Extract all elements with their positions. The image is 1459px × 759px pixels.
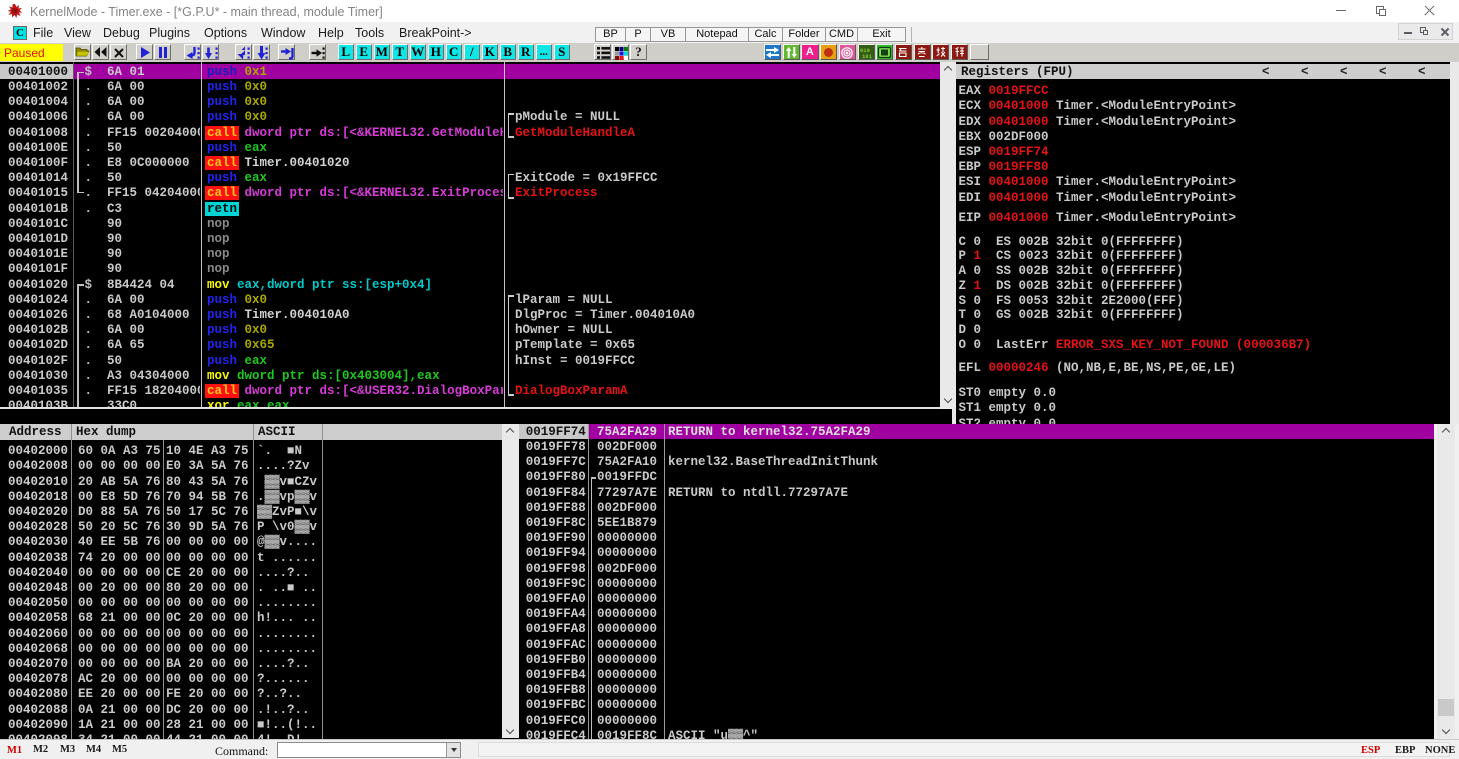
svg-text:101: 101 [862,53,873,59]
